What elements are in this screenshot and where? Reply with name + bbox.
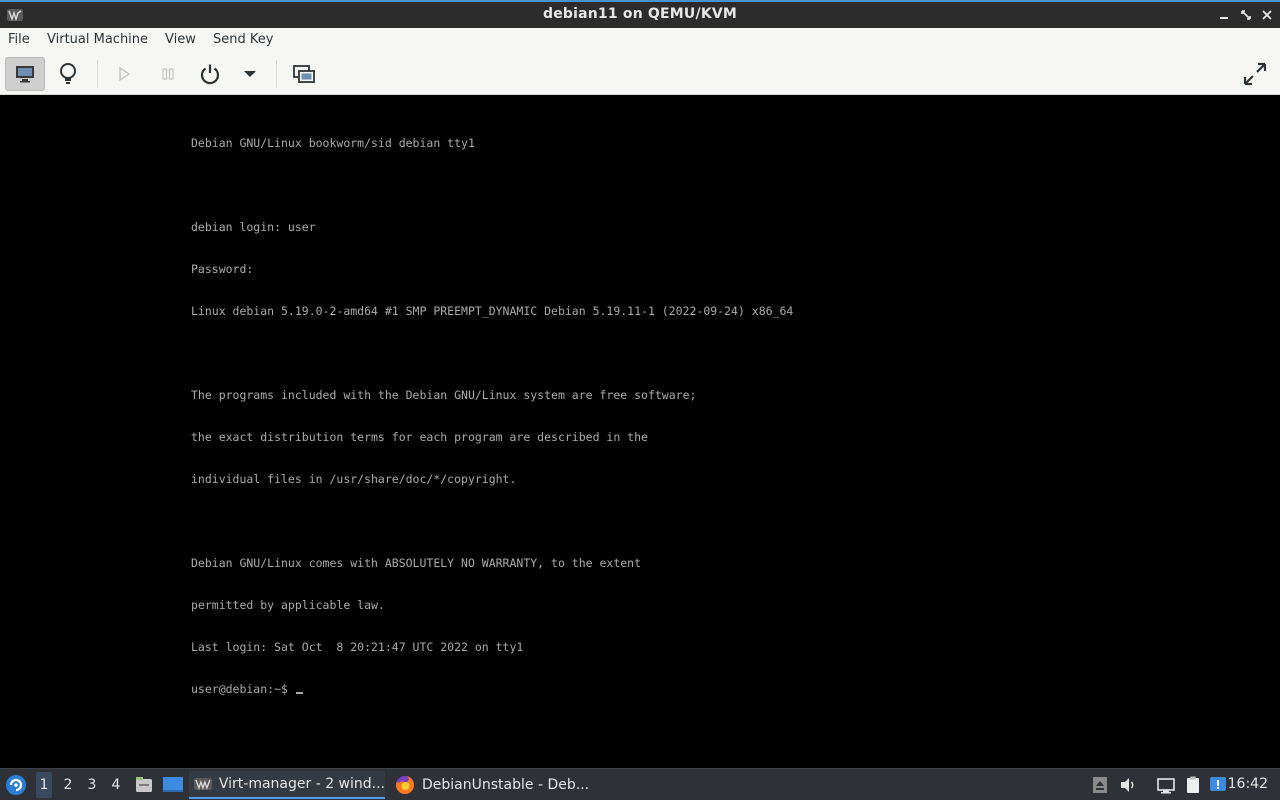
- close-icon[interactable]: [1259, 7, 1275, 23]
- menu-file[interactable]: File: [8, 32, 30, 47]
- menubar: File Virtual Machine View Send Key: [0, 28, 1280, 53]
- vm-console-display[interactable]: Debian GNU/Linux bookworm/sid debian tty…: [0, 95, 1280, 768]
- menu-view[interactable]: View: [165, 32, 196, 47]
- console-line: Debian GNU/Linux bookworm/sid debian tty…: [191, 136, 475, 150]
- network-icon[interactable]: [1156, 775, 1176, 795]
- window-title: debian11 on QEMU/KVM: [542, 6, 738, 22]
- pause-icon: [162, 68, 174, 80]
- window-titlebar[interactable]: debian11 on QEMU/KVM: [0, 0, 1280, 28]
- notification-icon[interactable]: [1208, 775, 1228, 795]
- task-virt-manager[interactable]: Virt-manager - 2 wind...: [189, 771, 385, 799]
- shutdown-menu-button[interactable]: [230, 57, 270, 91]
- show-desktop-icon[interactable]: [162, 775, 184, 795]
- snapshots-button[interactable]: [284, 57, 324, 91]
- taskbar: 1 2 3 4 Virt-manager - 2 wind... DebianU…: [0, 768, 1280, 800]
- snapshots-icon: [293, 65, 315, 83]
- play-icon: [119, 66, 131, 82]
- run-button[interactable]: [104, 57, 144, 91]
- text-cursor: [295, 692, 303, 694]
- clock[interactable]: 16:42: [1228, 776, 1268, 792]
- maximize-icon[interactable]: [1238, 7, 1254, 23]
- console-line: Password:: [191, 262, 254, 276]
- details-button[interactable]: [48, 57, 88, 91]
- console-line: Debian GNU/Linux comes with ABSOLUTELY N…: [191, 556, 642, 570]
- console-line: Linux debian 5.19.0-2-amd64 #1 SMP PREEM…: [191, 304, 794, 318]
- task-firefox[interactable]: DebianUnstable - Deb...: [390, 771, 590, 799]
- task-label: DebianUnstable - Deb...: [422, 777, 590, 793]
- menu-virtual-machine[interactable]: Virtual Machine: [47, 32, 148, 47]
- minimize-icon[interactable]: [1216, 7, 1232, 23]
- terminal-text: Debian GNU/Linux bookworm/sid debian tty…: [191, 108, 793, 724]
- console-line: the exact distribution terms for each pr…: [191, 430, 648, 444]
- console-line: debian login: user: [191, 220, 316, 234]
- console-line: permitted by applicable law.: [191, 598, 385, 612]
- workspace-4[interactable]: 4: [108, 777, 124, 793]
- workspace-2[interactable]: 2: [60, 777, 76, 793]
- tray-eject-icon[interactable]: [1090, 775, 1110, 795]
- console-button[interactable]: [5, 57, 45, 91]
- volume-icon[interactable]: [1118, 775, 1138, 795]
- console-line: Last login: Sat Oct 8 20:21:47 UTC 2022 …: [191, 640, 524, 654]
- fullscreen-button[interactable]: [1235, 57, 1275, 91]
- menu-send-key[interactable]: Send Key: [213, 32, 273, 47]
- console-line: individual files in /usr/share/doc/*/cop…: [191, 472, 517, 486]
- app-menu-icon[interactable]: [4, 773, 28, 797]
- task-label: Virt-manager - 2 wind...: [218, 776, 385, 792]
- toolbar-separator: [97, 60, 98, 88]
- pause-button[interactable]: [148, 57, 188, 91]
- toolbar-separator: [276, 60, 277, 88]
- shutdown-button[interactable]: [190, 57, 230, 91]
- fullscreen-icon: [1243, 62, 1267, 86]
- firefox-icon: [395, 776, 414, 794]
- monitor-icon: [16, 66, 34, 83]
- shell-prompt: user@debian:~$: [191, 682, 295, 696]
- power-icon: [200, 64, 220, 85]
- workspace-1[interactable]: 1: [36, 772, 52, 798]
- workspace-3[interactable]: 3: [84, 777, 100, 793]
- lightbulb-icon: [60, 63, 76, 84]
- toolbar: [0, 53, 1280, 95]
- shell-prompt-line: user@debian:~$: [191, 682, 793, 696]
- console-line: The programs included with the Debian GN…: [191, 388, 697, 402]
- file-manager-icon[interactable]: [134, 775, 154, 795]
- virt-manager-icon: [193, 778, 212, 791]
- chevron-down-icon: [244, 71, 256, 77]
- clipboard-icon[interactable]: [1183, 775, 1203, 795]
